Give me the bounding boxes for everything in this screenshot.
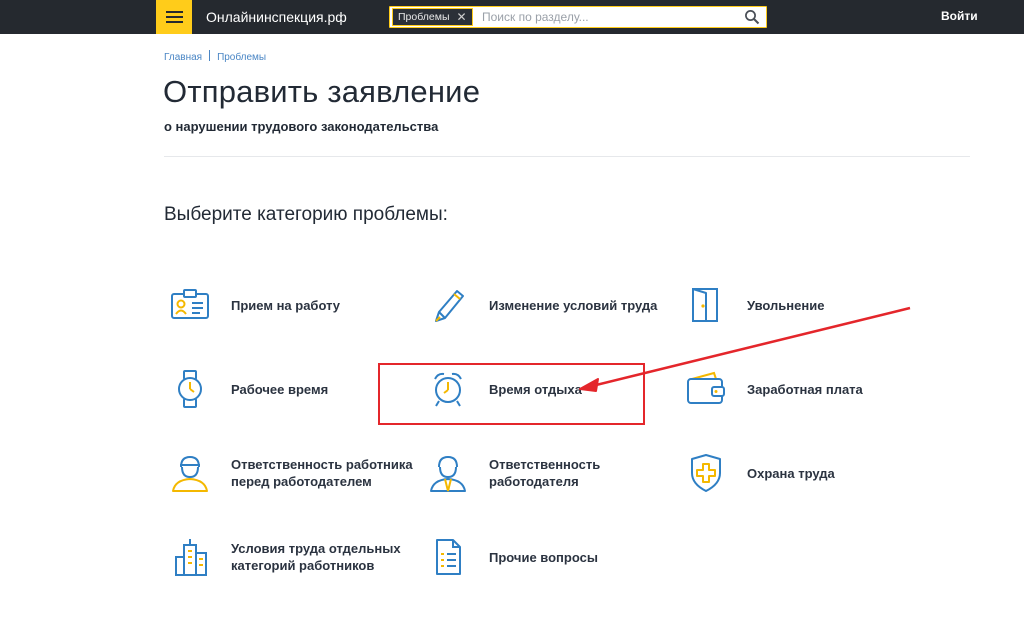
divider — [164, 156, 970, 157]
category-salary[interactable]: Заработная плата — [684, 369, 863, 409]
hamburger-icon-line — [166, 16, 183, 18]
top-navigation-bar: Онлайнинспекция.рф Проблемы ✕ Войти — [0, 0, 1024, 34]
remove-scope-icon[interactable]: ✕ — [456, 9, 466, 25]
category-dismissal[interactable]: Увольнение — [684, 285, 824, 325]
breadcrumb-separator — [209, 50, 211, 61]
category-other-questions[interactable]: Прочие вопросы — [426, 537, 598, 577]
id-badge-icon — [171, 289, 209, 319]
category-label-line: Ответственность — [489, 457, 601, 472]
pen-icon — [435, 290, 464, 322]
page-subtitle: о нарушении трудового законодательства — [164, 119, 439, 134]
door-exit-icon — [692, 288, 718, 322]
category-labor-protection[interactable]: Охрана труда — [684, 453, 835, 493]
hamburger-icon-line — [166, 11, 183, 13]
menu-button[interactable] — [156, 0, 192, 34]
wallet-icon — [687, 371, 725, 404]
login-button[interactable]: Войти — [941, 9, 978, 23]
category-label: Изменение условий труда — [489, 297, 658, 313]
category-label-line: Ответственность работника — [231, 457, 413, 472]
category-label: Увольнение — [747, 297, 825, 313]
search-bar[interactable]: Проблемы ✕ — [389, 6, 767, 28]
category-hiring[interactable]: Прием на работу — [168, 285, 340, 325]
category-label-line: категорий работников — [231, 558, 375, 573]
search-input[interactable] — [482, 8, 732, 26]
category-label-line: Условия труда отдельных — [231, 541, 401, 556]
hamburger-icon-line — [166, 21, 183, 23]
buildings-icon — [175, 539, 207, 576]
category-employee-liability[interactable]: Ответственность работника перед работодат… — [168, 453, 413, 493]
category-label-line: перед работодателем — [231, 474, 372, 489]
category-label: Условия труда отдельных категорий работни… — [231, 540, 401, 574]
highlight-box — [378, 363, 645, 425]
employer-icon — [430, 455, 466, 492]
section-title: Выберите категорию проблемы: — [164, 204, 448, 225]
category-label: Охрана труда — [747, 465, 835, 481]
search-icon[interactable] — [744, 9, 760, 25]
breadcrumb-home[interactable]: Главная — [164, 52, 202, 63]
category-label: Ответственность работодателя — [489, 456, 600, 490]
category-label: Рабочее время — [231, 381, 329, 397]
site-logo-text[interactable]: Онлайнинспекция.рф — [206, 9, 347, 25]
document-list-icon — [436, 539, 461, 575]
category-label: Заработная плата — [747, 381, 863, 397]
category-special-conditions[interactable]: Условия труда отдельных категорий работни… — [168, 537, 401, 577]
worker-icon — [172, 455, 208, 492]
breadcrumb-problems[interactable]: Проблемы — [217, 52, 266, 63]
category-employer-liability[interactable]: Ответственность работодателя — [426, 453, 600, 493]
category-label: Прием на работу — [231, 297, 340, 313]
shield-cross-icon — [691, 454, 721, 492]
page-title: Отправить заявление — [163, 74, 481, 109]
category-label: Ответственность работника перед работодат… — [231, 456, 413, 490]
category-change-conditions[interactable]: Изменение условий труда — [426, 285, 657, 325]
category-label: Прочие вопросы — [489, 549, 598, 565]
category-working-time[interactable]: Рабочее время — [168, 369, 328, 409]
category-label-line: работодателя — [489, 474, 579, 489]
search-scope-label: Проблемы — [398, 11, 450, 23]
breadcrumb: Главная Проблемы — [164, 50, 266, 63]
search-scope-tag[interactable]: Проблемы ✕ — [392, 8, 473, 26]
wristwatch-icon — [178, 370, 202, 408]
